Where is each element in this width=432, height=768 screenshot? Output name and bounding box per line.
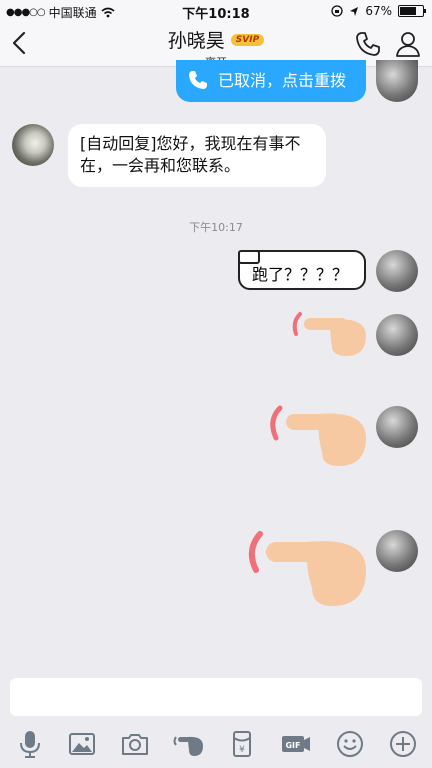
red-packet-icon[interactable]: ¥ (226, 728, 258, 760)
my-avatar[interactable] (376, 530, 418, 572)
message-timestamp: 下午10:17 (189, 221, 243, 234)
location-icon (350, 6, 359, 16)
call-cancelled-text: 已取消，点击重拨 (218, 71, 347, 90)
message-input[interactable] (10, 678, 422, 716)
battery-percent: 67% (365, 4, 392, 18)
poke-hand-icon[interactable] (266, 400, 370, 470)
poke-hand-icon[interactable] (290, 308, 370, 360)
orientation-lock-icon (331, 5, 343, 17)
my-avatar[interactable] (376, 60, 418, 102)
battery-icon (398, 5, 426, 17)
emoji-icon[interactable] (334, 728, 366, 760)
image-icon[interactable] (66, 728, 98, 760)
call-cancelled-bubble[interactable]: 已取消，点击重拨 (176, 60, 366, 102)
my-avatar[interactable] (376, 250, 418, 292)
svg-text:GIF: GIF (285, 741, 300, 750)
phone-icon[interactable] (354, 30, 382, 58)
contact-name[interactable]: 孙晓昊 (168, 26, 225, 53)
svip-badge: SVIP (230, 33, 265, 46)
status-bar: ●●●○○ 中国联通 下午10:18 67% (0, 0, 432, 22)
input-toolbar: ¥ GIF (0, 722, 432, 768)
contact-profile-icon[interactable] (394, 30, 422, 58)
camera-icon[interactable] (119, 728, 151, 760)
my-avatar[interactable] (376, 406, 418, 448)
poke-icon[interactable] (172, 728, 204, 760)
svg-text:¥: ¥ (239, 745, 245, 755)
phone-icon (189, 71, 207, 89)
mic-icon[interactable] (14, 728, 46, 760)
my-avatar[interactable] (376, 314, 418, 356)
sent-text: 跑了？？？？ (252, 265, 349, 284)
contact-avatar[interactable] (12, 124, 54, 166)
auto-reply-text: [自动回复]您好，我现在有事不在，一会再和您联系。 (80, 134, 301, 175)
gif-icon[interactable]: GIF (280, 728, 312, 760)
auto-reply-bubble[interactable]: [自动回复]您好，我现在有事不在，一会再和您联系。 (68, 124, 326, 187)
plus-icon[interactable] (387, 728, 419, 760)
poke-hand-icon[interactable] (244, 524, 370, 610)
sent-text-bubble[interactable]: 跑了？？？？ (238, 250, 366, 290)
